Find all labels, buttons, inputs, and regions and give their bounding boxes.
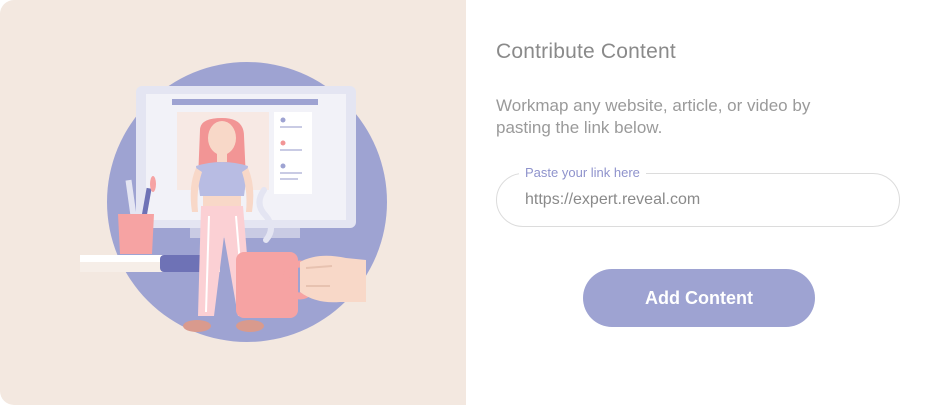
screen-sidebar	[274, 112, 312, 194]
content-panel: Contribute Content Workmap any website, …	[466, 0, 932, 405]
dialog-title: Contribute Content	[496, 40, 676, 63]
shirt	[196, 162, 248, 196]
dialog-description: Workmap any website, article, or video b…	[496, 96, 811, 137]
pencil-cup	[118, 214, 154, 254]
woman-with-coffee-illustration	[80, 62, 387, 342]
add-content-button[interactable]: Add Content	[583, 269, 815, 327]
contribute-content-dialog: Contribute Content Workmap any website, …	[0, 0, 932, 405]
link-field-label: Paste your link here	[519, 164, 646, 182]
hand	[300, 255, 366, 303]
face	[208, 121, 236, 155]
link-field[interactable]: Paste your link here	[496, 164, 900, 227]
link-input[interactable]	[525, 188, 865, 212]
screen-header-bar	[172, 99, 318, 105]
illustration-panel	[0, 0, 466, 405]
